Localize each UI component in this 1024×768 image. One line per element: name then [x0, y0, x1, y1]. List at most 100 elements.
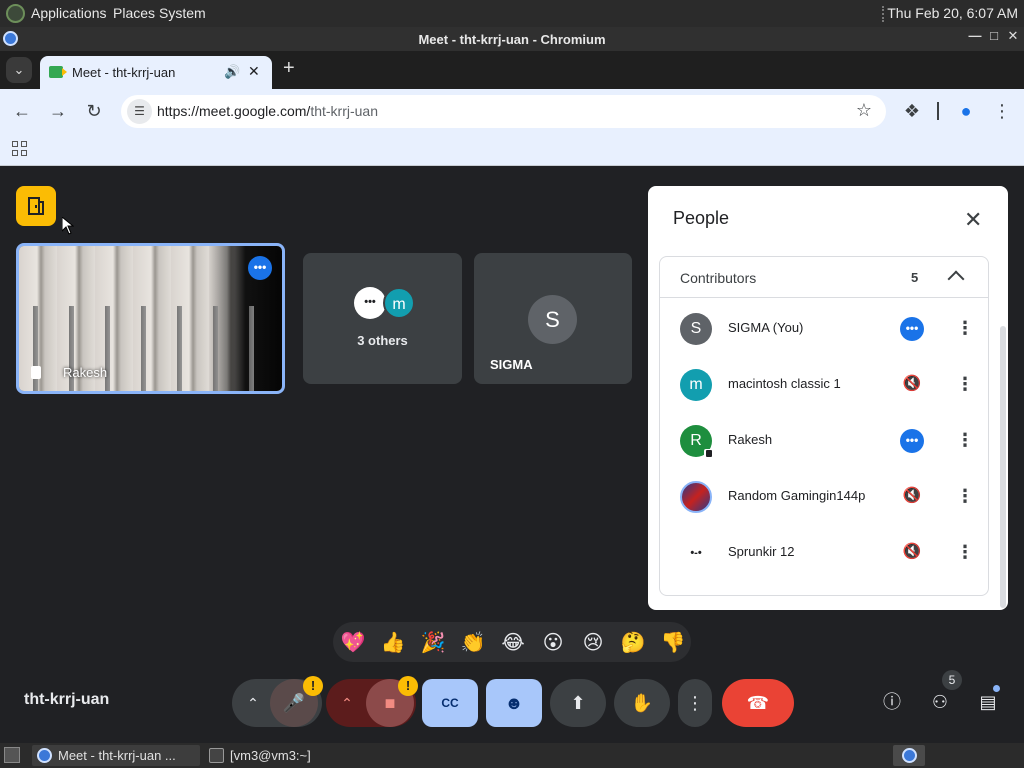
taskbar-item-terminal[interactable]: [vm3@vm3:~]: [204, 745, 394, 766]
avatar: S: [680, 313, 712, 345]
list-item[interactable]: Random Gamingin144p 🔇 ⋮: [660, 469, 988, 525]
mic-off-icon: 🔇: [902, 375, 922, 392]
close-window-icon[interactable]: ✕: [1004, 28, 1022, 48]
member-name: macintosh classic 1: [728, 376, 841, 391]
reaction-surprised[interactable]: 😮: [539, 628, 567, 656]
member-options-icon[interactable]: ⋮: [956, 317, 974, 341]
reaction-laugh[interactable]: 😂: [499, 628, 527, 656]
member-name: Sprunkir 12: [728, 544, 795, 559]
show-desktop-icon[interactable]: [4, 747, 20, 763]
video-options-chevron[interactable]: ⌃: [330, 679, 364, 727]
mic-warning-icon: !: [303, 676, 323, 696]
reaction-party[interactable]: 🎉: [419, 628, 447, 656]
chromium-icon: [37, 748, 52, 763]
chromium-icon: [902, 748, 917, 763]
captions-button[interactable]: CC: [422, 679, 478, 727]
reaction-thinking[interactable]: 🤔: [619, 628, 647, 656]
chat-dot-icon: [993, 685, 1000, 692]
tab-search-button[interactable]: ⌄: [6, 57, 32, 83]
panel-grip: [882, 6, 886, 22]
bookmark-star-icon[interactable]: ☆: [856, 100, 872, 121]
contributors-section: Contributors 5 S SIGMA (You) ••• ⋮ m macintos…: [659, 256, 989, 596]
mic-off-icon: 🔇: [902, 487, 922, 504]
participant-tile-others[interactable]: ••• m 3 others: [303, 253, 462, 384]
workspace-switcher[interactable]: [893, 745, 925, 766]
list-item[interactable]: m macintosh classic 1 🔇 ⋮: [660, 357, 988, 413]
list-item[interactable]: S SIGMA (You) ••• ⋮: [660, 301, 988, 357]
tab-meet[interactable]: Meet - tht-krrj-uan 🔊 ✕: [40, 56, 272, 89]
member-options-icon[interactable]: ⋮: [956, 429, 974, 453]
video-feed-detail: [19, 306, 282, 391]
apps-grid-icon[interactable]: [12, 141, 28, 157]
new-tab-button[interactable]: +: [283, 57, 295, 80]
panel-scrollbar[interactable]: [1000, 326, 1006, 608]
browser-menu-icon[interactable]: ⋮: [990, 99, 1014, 123]
more-options-button[interactable]: ⋮: [678, 679, 712, 727]
window-title: Meet - tht-krrj-uan - Chromium: [418, 32, 606, 47]
door-icon: [28, 197, 44, 215]
audio-options-chevron[interactable]: ⌃: [236, 679, 270, 727]
address-bar[interactable]: ☰ https://meet.google.com/tht-krrj-uan ☆: [121, 95, 886, 128]
raise-hand-button[interactable]: ✋: [614, 679, 670, 727]
member-name: SIGMA (You): [728, 320, 804, 335]
minimize-icon[interactable]: —: [966, 28, 984, 48]
member-options-icon[interactable]: ⋮: [956, 541, 974, 565]
extensions-icon[interactable]: ❖: [900, 99, 924, 123]
avatar: m: [383, 287, 415, 319]
host-controls-button[interactable]: [16, 186, 56, 226]
pin-icon: [704, 449, 714, 461]
task-label: [vm3@vm3:~]: [230, 748, 311, 763]
menu-system[interactable]: System: [159, 5, 206, 21]
avatar: S: [528, 295, 577, 344]
present-screen-button[interactable]: ⬆: [550, 679, 606, 727]
list-item[interactable]: •-• Sprunkir 12 🔇 ⋮: [660, 525, 988, 581]
contributors-header[interactable]: Contributors 5: [660, 257, 988, 298]
reaction-thumbs-up[interactable]: 👍: [379, 628, 407, 656]
toolbar-divider: [937, 102, 939, 120]
window-titlebar[interactable]: Meet - tht-krrj-uan - Chromium — □ ✕: [0, 27, 1024, 51]
people-panel: People ✕ Contributors 5 S SIGMA (You) ••• ⋮…: [648, 186, 1008, 610]
menu-applications[interactable]: Applications: [31, 5, 107, 21]
people-count-badge: 5: [942, 670, 962, 690]
participant-tile-sigma[interactable]: S SIGMA: [474, 253, 632, 384]
bottom-taskbar: Meet - tht-krrj-uan ... [vm3@vm3:~]: [0, 743, 1024, 768]
forward-icon[interactable]: →: [46, 99, 70, 123]
chat-icon[interactable]: ▤: [974, 688, 1002, 716]
url-text[interactable]: https://meet.google.com/tht-krrj-uan: [157, 103, 378, 119]
site-info-icon[interactable]: ☰: [127, 99, 152, 124]
menu-places[interactable]: Places: [113, 5, 155, 21]
close-panel-icon[interactable]: ✕: [964, 207, 982, 233]
url-host: https://meet.google.com/: [157, 103, 311, 119]
reaction-sad[interactable]: 😢: [579, 628, 607, 656]
tab-strip: ⌄ Meet - tht-krrj-uan 🔊 ✕ +: [0, 51, 1024, 89]
participant-tile-rakesh[interactable]: ••• Rakesh: [16, 243, 285, 394]
applications-icon[interactable]: [6, 4, 25, 23]
taskbar-item-chromium[interactable]: Meet - tht-krrj-uan ...: [32, 745, 200, 766]
tile-more-options-button[interactable]: •••: [248, 256, 272, 280]
maximize-icon[interactable]: □: [985, 28, 1003, 48]
bookmarks-bar: [0, 133, 1024, 166]
avatar: [680, 481, 712, 513]
list-item[interactable]: R Rakesh ••• ⋮: [660, 413, 988, 469]
emoji-reactions-button[interactable]: ☻: [486, 679, 542, 727]
tab-title: Meet - tht-krrj-uan: [72, 65, 176, 80]
reaction-clap[interactable]: 👏: [459, 628, 487, 656]
reload-icon[interactable]: ↻: [82, 99, 106, 123]
participant-name: SIGMA: [490, 357, 533, 372]
mic-off-icon: 🔇: [902, 543, 922, 560]
people-icon[interactable]: ⚇: [926, 688, 954, 716]
leave-call-button[interactable]: ☎: [722, 679, 794, 727]
back-icon[interactable]: ←: [10, 99, 34, 123]
reaction-heart[interactable]: 💖: [339, 628, 367, 656]
reaction-thumbs-down[interactable]: 👎: [659, 628, 687, 656]
profile-icon[interactable]: ●: [954, 99, 978, 123]
chevron-up-icon[interactable]: [947, 270, 965, 288]
audio-playing-icon[interactable]: 🔊: [224, 64, 240, 80]
tab-close-icon[interactable]: ✕: [248, 63, 260, 80]
clock[interactable]: Thu Feb 20, 6:07 AM: [887, 5, 1018, 21]
member-options-icon[interactable]: ⋮: [956, 485, 974, 509]
section-title: Contributors: [680, 270, 757, 286]
url-path: tht-krrj-uan: [310, 103, 378, 119]
member-options-icon[interactable]: ⋮: [956, 373, 974, 397]
meeting-info-icon[interactable]: ⓘ: [878, 688, 906, 716]
